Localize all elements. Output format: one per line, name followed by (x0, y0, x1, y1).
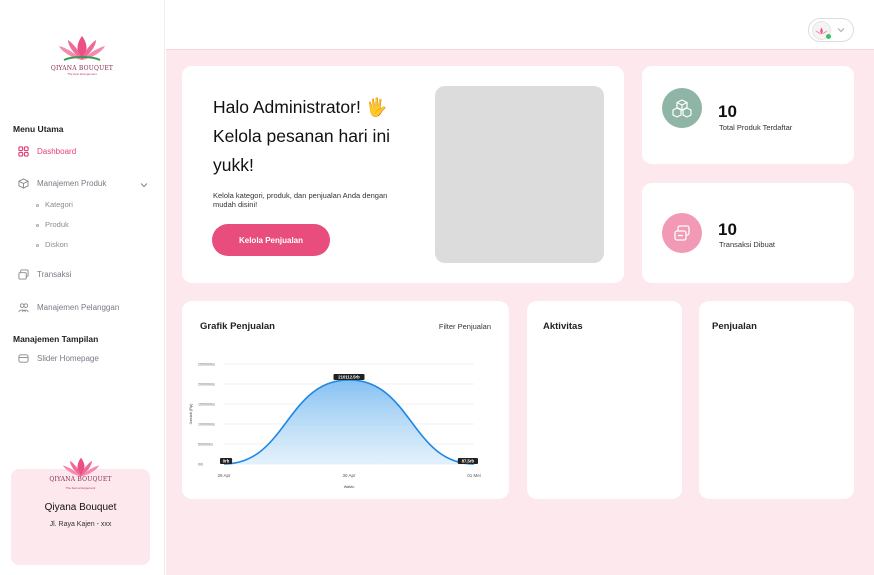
x-axis-label: Waktu (344, 485, 355, 489)
activity-title: Aktivitas (543, 321, 583, 332)
sidebar-item-manajemen-pelanggan[interactable]: Manajemen Pelanggan (18, 302, 119, 313)
stat-value-transaksi: 10 (718, 220, 737, 239)
y-axis-label: Jumlah (Rp) (189, 403, 193, 424)
bullet-icon (36, 243, 39, 247)
users-icon (18, 303, 29, 313)
sidebar-subitem-produk[interactable]: Produk (36, 220, 69, 229)
kelola-penjualan-button[interactable]: Kelola Penjualan (212, 224, 330, 256)
welcome-greeting: Halo Administrator! 🖐️ Kelola pesanan ha… (213, 97, 391, 175)
sidebar-subitem-label: Produk (45, 220, 69, 229)
y-tick-label: 250000rbs (198, 363, 215, 367)
lotus-logo-icon (59, 36, 105, 61)
sales-chart: 0rb 50000rbs 100000rbs 150000rbs 200000rbs 25… (189, 363, 481, 490)
y-tick-label: 200000rbs (198, 383, 215, 387)
y-tick-label: 0rb (198, 463, 203, 467)
stat-value-produk: 10 (718, 102, 737, 121)
data-label: 87,5rb (462, 458, 475, 463)
store-card: QIYANA BOUQUET The best arrangement Qiya… (11, 457, 150, 565)
y-tick-label: 150000rbs (198, 403, 215, 407)
online-status-dot (826, 34, 831, 39)
sidebar-item-manajemen-produk[interactable]: Manajemen Produk (18, 178, 106, 189)
section-title-display: Manajemen Tampilan (13, 334, 99, 344)
y-tick-label: 50000rbs (198, 443, 213, 447)
bullet-icon (36, 223, 39, 227)
sidebar-item-label: Manajemen Produk (37, 179, 107, 188)
penjualan-title: Penjualan (712, 321, 757, 332)
sales-chart-card: Grafik Penjualan Filter Penjualan 0rb 500… (182, 301, 509, 499)
welcome-image-placeholder (435, 86, 604, 263)
chevron-down-icon[interactable] (140, 181, 148, 189)
x-tick-label: 28 Apr (217, 473, 231, 478)
cube-icon (18, 178, 29, 189)
stat-label-produk: Total Produk Terdaftar (719, 123, 793, 132)
x-tick-label: 01 Mei (467, 473, 481, 478)
store-logo-text: QIYANA BOUQUET (49, 476, 112, 483)
transaction-icon (662, 213, 702, 253)
sidebar-item-label: Dashboard (37, 147, 77, 156)
store-logo-tagline: The best arrangement (65, 486, 96, 490)
stat-card-produk: 10 Total Produk Terdaftar (642, 66, 854, 164)
user-menu-button[interactable] (808, 18, 854, 42)
stat-card-transaksi: 10 Transaksi Dibuat (642, 183, 854, 283)
logo-tagline: The best arrangement (67, 72, 97, 76)
sidebar-subitem-diskon[interactable]: Diskon (36, 240, 68, 249)
top-bar (166, 0, 874, 50)
welcome-card: Halo Administrator! 🖐️ Kelola pesanan ha… (182, 66, 624, 283)
sidebar: QIYANA BOUQUET The best arrangement Menu… (0, 0, 165, 575)
transaction-icon (18, 269, 29, 280)
slider-icon (18, 354, 29, 363)
activity-card: Aktivitas (527, 301, 682, 499)
main-content: Halo Administrator! 🖐️ Kelola pesanan ha… (166, 50, 874, 575)
sidebar-subitem-label: Kategori (45, 200, 73, 209)
sidebar-subitem-kategori[interactable]: Kategori (36, 200, 73, 209)
boxes-icon (662, 88, 702, 128)
penjualan-card: Penjualan (699, 301, 854, 499)
logo-text: QIYANA BOUQUET (50, 65, 114, 72)
sidebar-subitem-label: Diskon (45, 240, 68, 249)
brand-logo[interactable]: QIYANA BOUQUET The best arrangement (50, 34, 114, 76)
section-title-main: Menu Utama (13, 124, 64, 134)
sidebar-item-transaksi[interactable]: Transaksi (18, 269, 71, 280)
sidebar-item-slider-homepage[interactable]: Slider Homepage (18, 353, 99, 364)
x-tick-label: 30 Apr (342, 473, 356, 478)
store-name: Qiyana Bouquet (44, 502, 117, 513)
sidebar-item-dashboard[interactable]: Dashboard (18, 146, 76, 157)
sidebar-item-label: Slider Homepage (37, 354, 99, 363)
bullet-icon (36, 203, 39, 207)
y-tick-label: 100000rbs (198, 423, 215, 427)
store-address: Jl. Raya Kajen - xxx (49, 521, 112, 528)
chevron-down-icon (837, 28, 845, 33)
sidebar-item-label: Manajemen Pelanggan (37, 303, 120, 312)
data-label: 210112.5rb (338, 374, 360, 379)
avatar (812, 21, 831, 40)
data-label: 0rb (223, 458, 230, 463)
welcome-description: Kelola kategori, produk, dan penjualan A… (213, 191, 388, 209)
grid-icon (18, 146, 29, 157)
stat-label-transaksi: Transaksi Dibuat (719, 240, 775, 249)
sidebar-item-label: Transaksi (37, 270, 72, 279)
